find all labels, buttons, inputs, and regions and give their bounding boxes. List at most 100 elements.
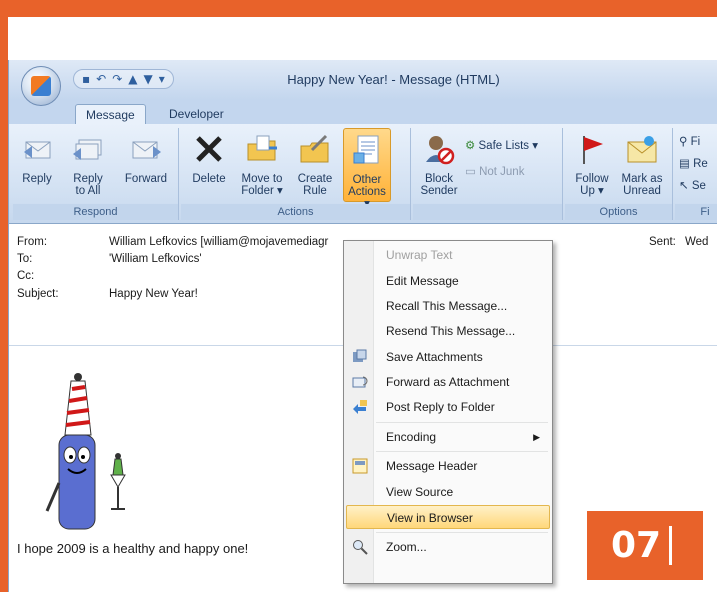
not-junk-label: Not Junk bbox=[479, 166, 525, 178]
block-sender-button[interactable]: Block Sender bbox=[417, 128, 461, 197]
window-title: Happy New Year! - Message (HTML) bbox=[287, 72, 500, 87]
reply-icon bbox=[24, 141, 51, 159]
mark-as-unread-button[interactable]: Mark as Unread bbox=[617, 128, 667, 197]
to-value[interactable]: 'William Lefkovics' bbox=[109, 253, 202, 265]
reply-label: Reply bbox=[22, 173, 52, 185]
other-label-1: Other bbox=[352, 174, 382, 186]
group-find: ⚲ Fi ▤ Re ↖ Se Fi bbox=[675, 128, 717, 220]
menu-item-unwrap-text[interactable]: Unwrap Text bbox=[346, 243, 550, 267]
related-icon: ▤ bbox=[679, 158, 694, 170]
menu-item-label: Post Reply to Folder bbox=[386, 400, 495, 414]
frame-top-bar bbox=[0, 0, 717, 17]
forward-attachment-icon bbox=[352, 376, 368, 388]
menu-item-save-attachments[interactable]: Save Attachments bbox=[346, 345, 550, 369]
menu-item-label: Unwrap Text bbox=[386, 248, 453, 262]
subject-label: Subject: bbox=[17, 288, 59, 300]
block-sender-icon bbox=[426, 136, 455, 165]
group-label-options: Options bbox=[565, 204, 672, 220]
not-junk-icon: ▭ bbox=[465, 166, 480, 178]
menu-item-forward-as-attachment[interactable]: Forward as Attachment bbox=[346, 370, 550, 394]
tab-message[interactable]: Message bbox=[75, 104, 146, 124]
follow-label-2: Up ▾ bbox=[580, 185, 604, 197]
menu-item-label: Edit Message bbox=[386, 274, 459, 288]
menu-item-label: Save Attachments bbox=[386, 350, 483, 364]
menu-item-encoding[interactable]: Encoding ▶ bbox=[346, 425, 550, 449]
menu-item-zoom[interactable]: Zoom... bbox=[346, 535, 550, 559]
menu-item-label: View in Browser bbox=[387, 511, 473, 525]
mark-label-2: Unread bbox=[623, 185, 661, 197]
group-label-actions: Actions bbox=[181, 204, 410, 220]
follow-label-1: Follow bbox=[575, 173, 609, 185]
menu-item-label: Forward as Attachment bbox=[386, 375, 510, 389]
find-label: Fi bbox=[690, 136, 701, 148]
follow-up-button[interactable]: Follow Up ▾ bbox=[569, 128, 615, 197]
from-value[interactable]: William Lefkovics [william@mojavemediagr bbox=[109, 236, 328, 248]
forward-button[interactable]: Forward bbox=[119, 128, 173, 185]
block-label-1: Block bbox=[424, 173, 454, 185]
post-reply-icon bbox=[353, 400, 367, 414]
block-label-2: Sender bbox=[420, 185, 458, 197]
save-attachments-icon bbox=[353, 349, 367, 362]
office-logo-icon bbox=[31, 76, 51, 96]
delete-button[interactable]: Delete bbox=[189, 128, 229, 185]
safe-lists-label: Safe Lists ▾ bbox=[478, 140, 538, 152]
sent-value: Wed bbox=[685, 236, 709, 248]
other-actions-button[interactable]: Other Actions ▾ bbox=[343, 128, 391, 210]
create-rule-button[interactable]: Create Rule bbox=[293, 128, 337, 197]
create-label-1: Create bbox=[297, 173, 333, 185]
menu-item-post-reply-to-folder[interactable]: Post Reply to Folder bbox=[346, 395, 550, 419]
reply-all-icon bbox=[73, 139, 102, 160]
move-label-2: Folder ▾ bbox=[241, 185, 283, 197]
group-label-respond: Respond bbox=[13, 204, 178, 220]
safe-lists-button[interactable]: ⚙ Safe Lists ▾ bbox=[465, 138, 538, 152]
menu-item-message-header[interactable]: Message Header bbox=[346, 454, 550, 478]
binoculars-icon: ⚲ bbox=[679, 136, 691, 148]
menu-item-label: Resend This Message... bbox=[386, 324, 516, 338]
forward-label: Forward bbox=[124, 173, 168, 185]
delete-x-icon bbox=[196, 136, 222, 162]
chapter-number: 07 bbox=[611, 525, 662, 566]
to-label: To: bbox=[17, 253, 33, 265]
sent-label: Sent: bbox=[649, 236, 676, 248]
create-label-2: Rule bbox=[303, 185, 327, 197]
related-button[interactable]: ▤ Re bbox=[679, 156, 708, 170]
group-label-junk bbox=[413, 204, 562, 220]
menu-item-label: Zoom... bbox=[386, 540, 427, 554]
menu-item-view-source[interactable]: View Source bbox=[346, 480, 550, 504]
menu-separator bbox=[376, 451, 548, 452]
office-button[interactable] bbox=[21, 66, 61, 106]
tab-developer[interactable]: Developer bbox=[159, 104, 234, 124]
follow-up-flag-icon bbox=[583, 136, 603, 164]
move-label-1: Move to bbox=[241, 173, 283, 185]
group-actions: Delete Move to Folder ▾ Create Rule Othe… bbox=[181, 128, 411, 220]
find-button[interactable]: ⚲ Fi bbox=[679, 134, 700, 148]
badge-divider bbox=[669, 526, 672, 565]
group-respond: Reply Reply to All Forward Respond bbox=[13, 128, 179, 220]
not-junk-button[interactable]: ▭ Not Junk bbox=[465, 164, 524, 178]
other-actions-menu: Unwrap Text Edit Message Recall This Mes… bbox=[343, 240, 553, 584]
menu-item-view-in-browser[interactable]: View in Browser bbox=[346, 505, 550, 529]
group-junk: Block Sender ⚙ Safe Lists ▾ ▭ Not Junk bbox=[413, 128, 563, 220]
related-label: Re bbox=[693, 158, 708, 170]
menu-separator bbox=[376, 422, 548, 423]
select-cursor-icon: ↖ bbox=[679, 180, 692, 192]
group-label-find: Fi bbox=[675, 204, 717, 220]
menu-item-edit-message[interactable]: Edit Message bbox=[346, 269, 550, 293]
menu-item-recall-message[interactable]: Recall This Message... bbox=[346, 294, 550, 318]
reply-button[interactable]: Reply bbox=[15, 128, 59, 185]
subject-value: Happy New Year! bbox=[109, 288, 198, 300]
menu-item-label: Message Header bbox=[386, 459, 478, 473]
select-button[interactable]: ↖ Se bbox=[679, 178, 706, 192]
group-options: Follow Up ▾ Mark as Unread Options bbox=[565, 128, 673, 220]
menu-item-label: Encoding bbox=[386, 430, 437, 444]
forward-icon bbox=[132, 141, 161, 159]
move-folder-icon bbox=[247, 135, 277, 161]
zoom-icon bbox=[353, 540, 368, 555]
chapter-badge: 07 bbox=[587, 511, 703, 580]
submenu-arrow-icon: ▶ bbox=[533, 432, 540, 442]
move-to-folder-button[interactable]: Move to Folder ▾ bbox=[235, 128, 289, 197]
reply-all-label-2: to All bbox=[75, 185, 101, 197]
menu-item-resend-message[interactable]: Resend This Message... bbox=[346, 319, 550, 343]
safe-lists-icon: ⚙ bbox=[465, 140, 479, 152]
reply-all-button[interactable]: Reply to All bbox=[63, 128, 113, 197]
